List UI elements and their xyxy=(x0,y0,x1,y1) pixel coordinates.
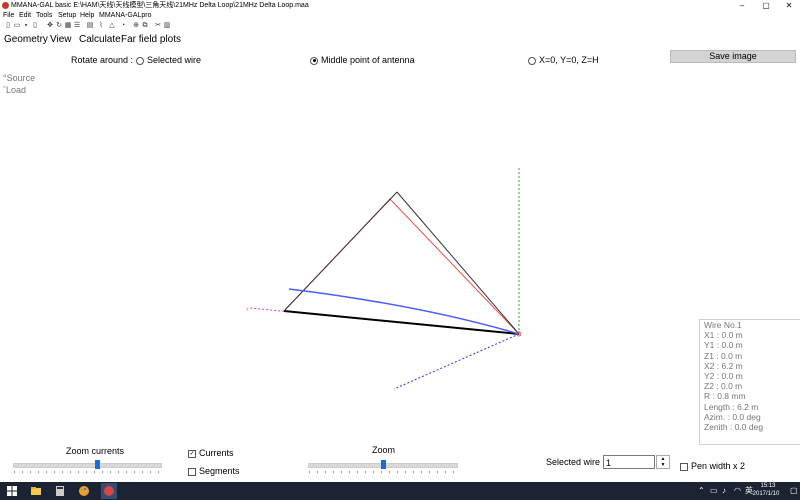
selected-wire-input[interactable]: 1 xyxy=(603,455,655,469)
slider-thumb[interactable] xyxy=(381,460,386,469)
currents-checkbox[interactable]: ✓ Currents xyxy=(188,448,234,458)
tray-arrow-icon[interactable]: ⌃ xyxy=(698,486,705,495)
wire-info-row: Zenith : 0.0 deg xyxy=(704,422,764,433)
segments-checkbox[interactable]: Segments xyxy=(188,466,240,476)
checkbox-box xyxy=(680,462,688,471)
checkbox-label: Segments xyxy=(199,466,240,476)
wire-info-row: Z1 : 0.0 m xyxy=(704,350,743,361)
x-axis xyxy=(393,333,520,390)
paint-icon[interactable] xyxy=(78,485,90,497)
antenna-3d-view[interactable]: › xyxy=(0,0,800,482)
wire-info-row: X2 : 6.2 m xyxy=(704,360,743,371)
spin-down-icon[interactable]: ▼ xyxy=(657,462,669,468)
current-curve xyxy=(288,288,520,335)
wire-info-row: Y1 : 0.0 m xyxy=(704,340,743,351)
zoom-slider[interactable] xyxy=(308,459,458,473)
mmana-taskbar-icon[interactable] xyxy=(101,483,117,499)
zoom-label: Zoom xyxy=(372,445,396,455)
zoom-currents-label: Zoom currents xyxy=(66,446,125,456)
y-axis-arrow-icon: › xyxy=(246,306,249,313)
windows-start-icon[interactable] xyxy=(6,485,18,497)
checkbox-box: ✓ xyxy=(188,449,196,458)
wire-info-row: Azim. : 0.0 deg xyxy=(704,411,761,422)
wire-info-row: X1 : 0.0 m xyxy=(704,330,743,341)
wifi-icon[interactable]: ◠ xyxy=(734,486,741,495)
checkbox-label: Currents xyxy=(199,448,234,458)
calculator-icon[interactable] xyxy=(54,485,66,497)
wire-info-header: Wire No.1 xyxy=(704,320,742,330)
notification-icon[interactable]: ▢ xyxy=(790,486,798,495)
wire-info-row: Z2 : 0.0 m xyxy=(704,381,743,392)
wire-1[interactable] xyxy=(283,310,520,335)
taskbar: ⌃ ▭ ♪ ◠ 英 15:13 2017/1/10 ▢ xyxy=(0,482,800,500)
wire-info-row: Length : 6.2 m xyxy=(704,401,759,412)
checkbox-box xyxy=(188,467,196,476)
wire-info-row: Y2 : 0.0 m xyxy=(704,371,743,382)
volume-icon[interactable]: ♪ xyxy=(722,486,726,495)
wire-info-row: R : 0.8 mm xyxy=(704,391,746,402)
selected-wire-label: Selected wire xyxy=(546,457,601,467)
file-explorer-icon[interactable] xyxy=(30,485,42,497)
selected-wire-spinner[interactable]: ▲ ▼ xyxy=(656,455,670,469)
checkbox-label: Pen width x 2 xyxy=(691,461,746,471)
slider-thumb[interactable] xyxy=(95,460,100,469)
pen-width-checkbox[interactable]: Pen width x 2 xyxy=(680,461,745,471)
taskbar-date[interactable]: 2017/1/10 xyxy=(748,490,784,499)
wire-info-panel: Wire No.1 X1 : 0.0 m Y1 : 0.0 m Z1 : 0.0… xyxy=(699,319,800,445)
slider-track xyxy=(13,463,162,468)
wire-3[interactable] xyxy=(283,191,398,312)
network-icon[interactable]: ▭ xyxy=(710,486,718,495)
wire-2[interactable] xyxy=(396,191,520,335)
slider-ticks xyxy=(14,471,161,473)
zoom-currents-slider[interactable] xyxy=(13,459,162,473)
slider-ticks xyxy=(309,471,457,473)
